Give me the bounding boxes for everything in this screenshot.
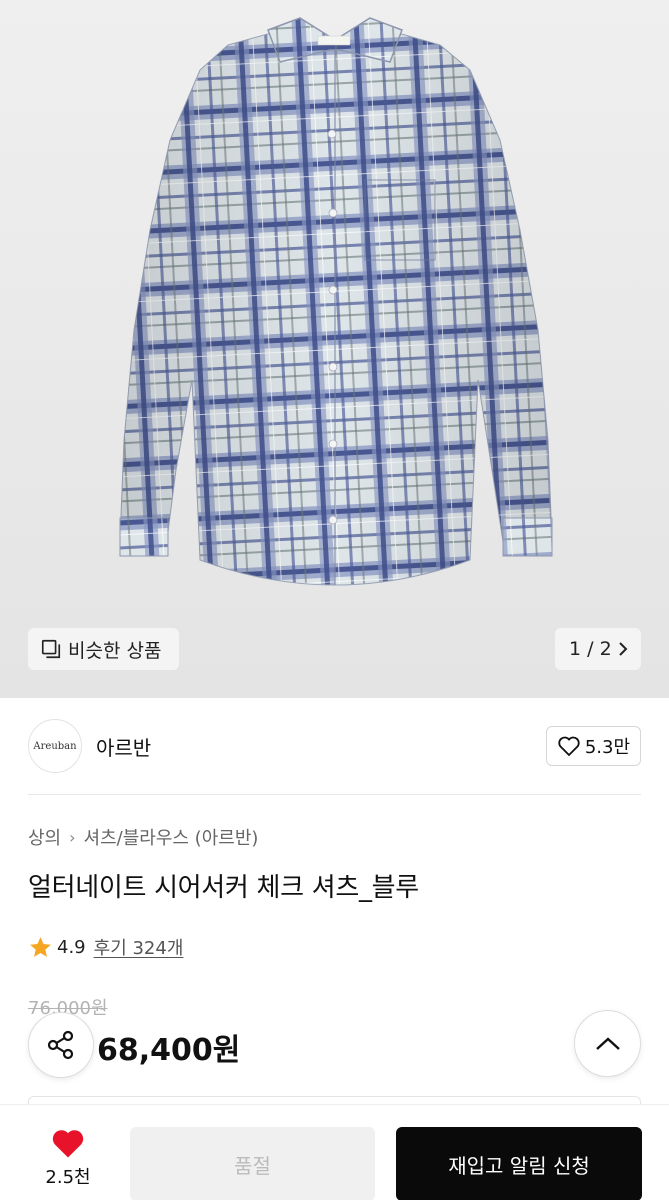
- stack-icon: [41, 639, 61, 659]
- soldout-button: 품절: [130, 1127, 375, 1200]
- image-pager[interactable]: 1 / 2: [555, 628, 641, 670]
- brand-name[interactable]: 아르반: [96, 732, 151, 761]
- rating-row: 4.9 후기 324개: [28, 934, 183, 960]
- brand-like-count: 5.3만: [584, 737, 630, 758]
- similar-products-chip[interactable]: 비슷한 상품: [28, 628, 179, 670]
- product-title: 얼터네이트 시어서커 체크 셔츠_블루: [28, 873, 419, 903]
- scroll-top-button[interactable]: [574, 1010, 641, 1077]
- breadcrumb-category[interactable]: 상의: [28, 824, 61, 850]
- wishlist-count: 2.5천: [45, 1167, 91, 1188]
- image-pager-count: 1 / 2: [569, 638, 612, 660]
- chevron-right-icon: ›: [69, 827, 76, 847]
- reviews-link[interactable]: 후기 324개: [94, 934, 184, 960]
- restock-alert-button[interactable]: 재입고 알림 신청: [396, 1127, 642, 1200]
- brand-like-button[interactable]: 5.3만: [545, 726, 641, 766]
- chevron-up-icon: [595, 1036, 620, 1050]
- heart-filled-icon: [52, 1130, 84, 1158]
- bottom-action-bar: 2.5천 품절 재입고 알림 신청: [0, 1104, 669, 1200]
- brand-logo[interactable]: Areuban: [28, 719, 82, 773]
- product-image-gallery[interactable]: 비슷한 상품 1 / 2: [0, 0, 669, 698]
- wishlist-button[interactable]: 2.5천: [28, 1127, 108, 1189]
- star-icon: [30, 936, 51, 957]
- sale-price: 68,400원: [97, 1033, 241, 1068]
- chevron-right-icon: [619, 642, 628, 656]
- brand-row: Areuban 아르반 5.3만: [28, 718, 641, 774]
- breadcrumb-subcategory[interactable]: 셔츠/블라우스 (아르반): [84, 824, 259, 850]
- similar-products-label: 비슷한 상품: [68, 639, 162, 662]
- heart-outline-icon: [558, 736, 580, 757]
- breadcrumb: 상의 › 셔츠/블라우스 (아르반): [28, 824, 258, 850]
- divider: [28, 794, 641, 795]
- share-icon: [47, 1030, 74, 1060]
- rating-score: 4.9: [57, 936, 86, 958]
- product-photo: [119, 17, 553, 586]
- share-button[interactable]: [28, 1012, 94, 1078]
